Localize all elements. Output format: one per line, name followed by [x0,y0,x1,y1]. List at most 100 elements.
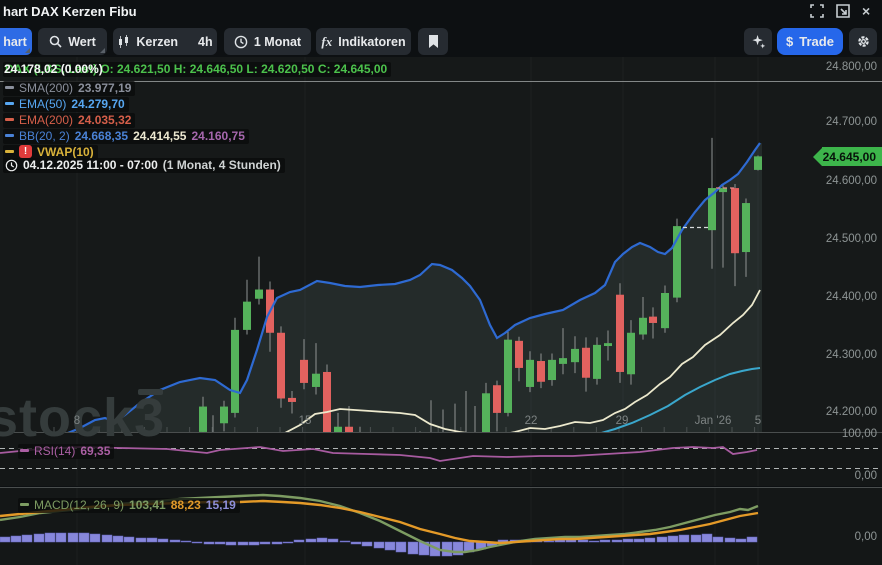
candle-down[interactable] [582,348,590,378]
vwap-swatch [5,150,14,153]
macd-legend-row[interactable]: MACD(12, 26, 9) 103,41 88,23 15,19 [18,495,240,513]
trade-button[interactable]: $ Trade [777,28,843,55]
macd-histogram-bar [272,542,282,544]
bb-band-fill [68,143,762,433]
macd-histogram-bar [645,538,655,542]
chart-legend: DAX (L&S, Last) O: 24.621,50 H: 24.646,5… [3,62,563,174]
candle-up[interactable] [482,393,490,433]
badge-arrow [813,148,822,166]
candle-up[interactable] [243,302,251,330]
macd-histogram-bar [56,533,66,542]
indicator-row-sma200[interactable]: SMA(200) 23.977,19 [3,78,563,91]
macd-histogram-bar [204,542,214,544]
timeframe-note: (1 Monat, 4 Stunden) [163,158,281,172]
close-icon[interactable]: × [862,4,876,18]
macd-histogram-bar [68,533,78,542]
chart-type-button[interactable]: Kerzen [107,28,188,55]
candle-up[interactable] [719,188,727,192]
candle-up[interactable] [548,360,556,380]
indicators-label: Indikatoren [338,35,405,49]
candle-up[interactable] [231,330,239,413]
chart-tab-button[interactable]: hart [0,28,32,55]
candle-up[interactable] [199,407,207,432]
templates-button[interactable] [418,28,448,55]
indicators-button[interactable]: fx Indikatoren [316,28,411,55]
clock-icon [5,159,18,172]
macd-histogram-bar [747,537,757,542]
macd-hist-value: 15,19 [206,498,236,512]
candle-up[interactable] [220,407,228,424]
timestamp-text: 04.12.2025 11:00 - 07:00 [23,158,158,172]
macd-histogram-bar [11,536,21,542]
candle-up[interactable] [593,345,601,379]
macd-signal-value: 88,23 [171,498,201,512]
candle-up[interactable] [627,333,635,375]
candle-up[interactable] [526,360,534,387]
macd-histogram-bar [136,538,146,542]
candle-up[interactable] [255,290,263,299]
indicator-row-vwap[interactable]: ! VWAP(10) [3,142,563,155]
macd-histogram-bar [79,533,89,542]
candle-down[interactable] [515,341,523,368]
ai-assistant-button[interactable] [744,28,772,55]
candle-up[interactable] [639,318,647,335]
candle-up[interactable] [571,349,579,362]
candle-down[interactable] [300,360,308,383]
candle-down[interactable] [323,372,331,433]
fx-icon: fx [321,34,332,50]
candle-down[interactable] [493,385,501,413]
candle-up[interactable] [742,203,750,252]
window-title: hart DAX Kerzen Fibu [3,4,137,19]
macd-histogram-bar [600,540,610,542]
chart-window: hart DAX Kerzen Fibu × hart Wert Kerzen [0,0,882,565]
macd-histogram-bar [238,542,248,545]
interval-button[interactable]: 4h [188,28,223,55]
candle-down[interactable] [616,295,624,372]
candle-up[interactable] [604,343,612,346]
fullscreen-icon[interactable] [810,4,824,18]
indicator-row-ema50[interactable]: EMA(50) 24.279,70 [3,94,563,107]
clock-icon [234,35,248,49]
candlestick-icon [117,35,130,49]
price-axis-label: 24.700,00 [826,116,877,128]
candle-up[interactable] [754,156,762,170]
macd-histogram-bar [634,539,644,542]
rsi-legend-row[interactable]: RSI(14) 69,35 [18,441,114,459]
last-price-badge: 24.645,00 [813,147,882,166]
candle-up[interactable] [661,293,669,328]
price-axis-label: 24.800,00 [826,61,877,73]
indicator-row-bb[interactable]: BB(20, 2) 24.668,35 24.414,55 24.160,75 [3,126,563,139]
candle-down[interactable] [649,317,657,323]
candle-up[interactable] [559,358,567,364]
ema50-value: 24.279,70 [71,97,124,111]
bb-middle-value: 24.414,55 [133,129,186,143]
macd-histogram-bar [249,542,259,545]
macd-histogram-bar [725,538,735,542]
indicator-row-ema200[interactable]: EMA(200) 24.035,32 [3,110,563,123]
candle-up[interactable] [312,374,320,387]
candle-up[interactable] [504,340,512,413]
macd-histogram-bar [374,542,384,548]
symbol-search-label: Wert [68,35,96,49]
symbol-search-button[interactable]: Wert [38,28,107,55]
candle-down[interactable] [288,398,296,402]
time-axis-label: 29 [616,415,629,427]
macd-histogram-bar [736,539,746,542]
candle-down[interactable] [731,188,739,253]
candle-down[interactable] [537,361,545,382]
settings-button[interactable] [849,28,877,55]
range-button[interactable]: 1 Monat [224,28,311,55]
popout-icon[interactable] [836,4,850,18]
time-axis-label: 15 [299,415,312,427]
macd-histogram-bar [657,537,667,542]
macd-histogram-bar [691,535,701,542]
macd-histogram-bar [612,540,622,542]
warning-icon[interactable]: ! [19,145,32,158]
sma200-label: SMA(200) [19,81,73,95]
macd-histogram-bar [668,536,678,542]
ema50-label: EMA(50) [19,97,66,111]
candle-down[interactable] [277,333,285,399]
bb-swatch [5,134,14,137]
symbol-legend-row[interactable]: DAX (L&S, Last) O: 24.621,50 H: 24.646,5… [3,62,563,75]
rsi-label: RSI(14) [34,444,75,458]
